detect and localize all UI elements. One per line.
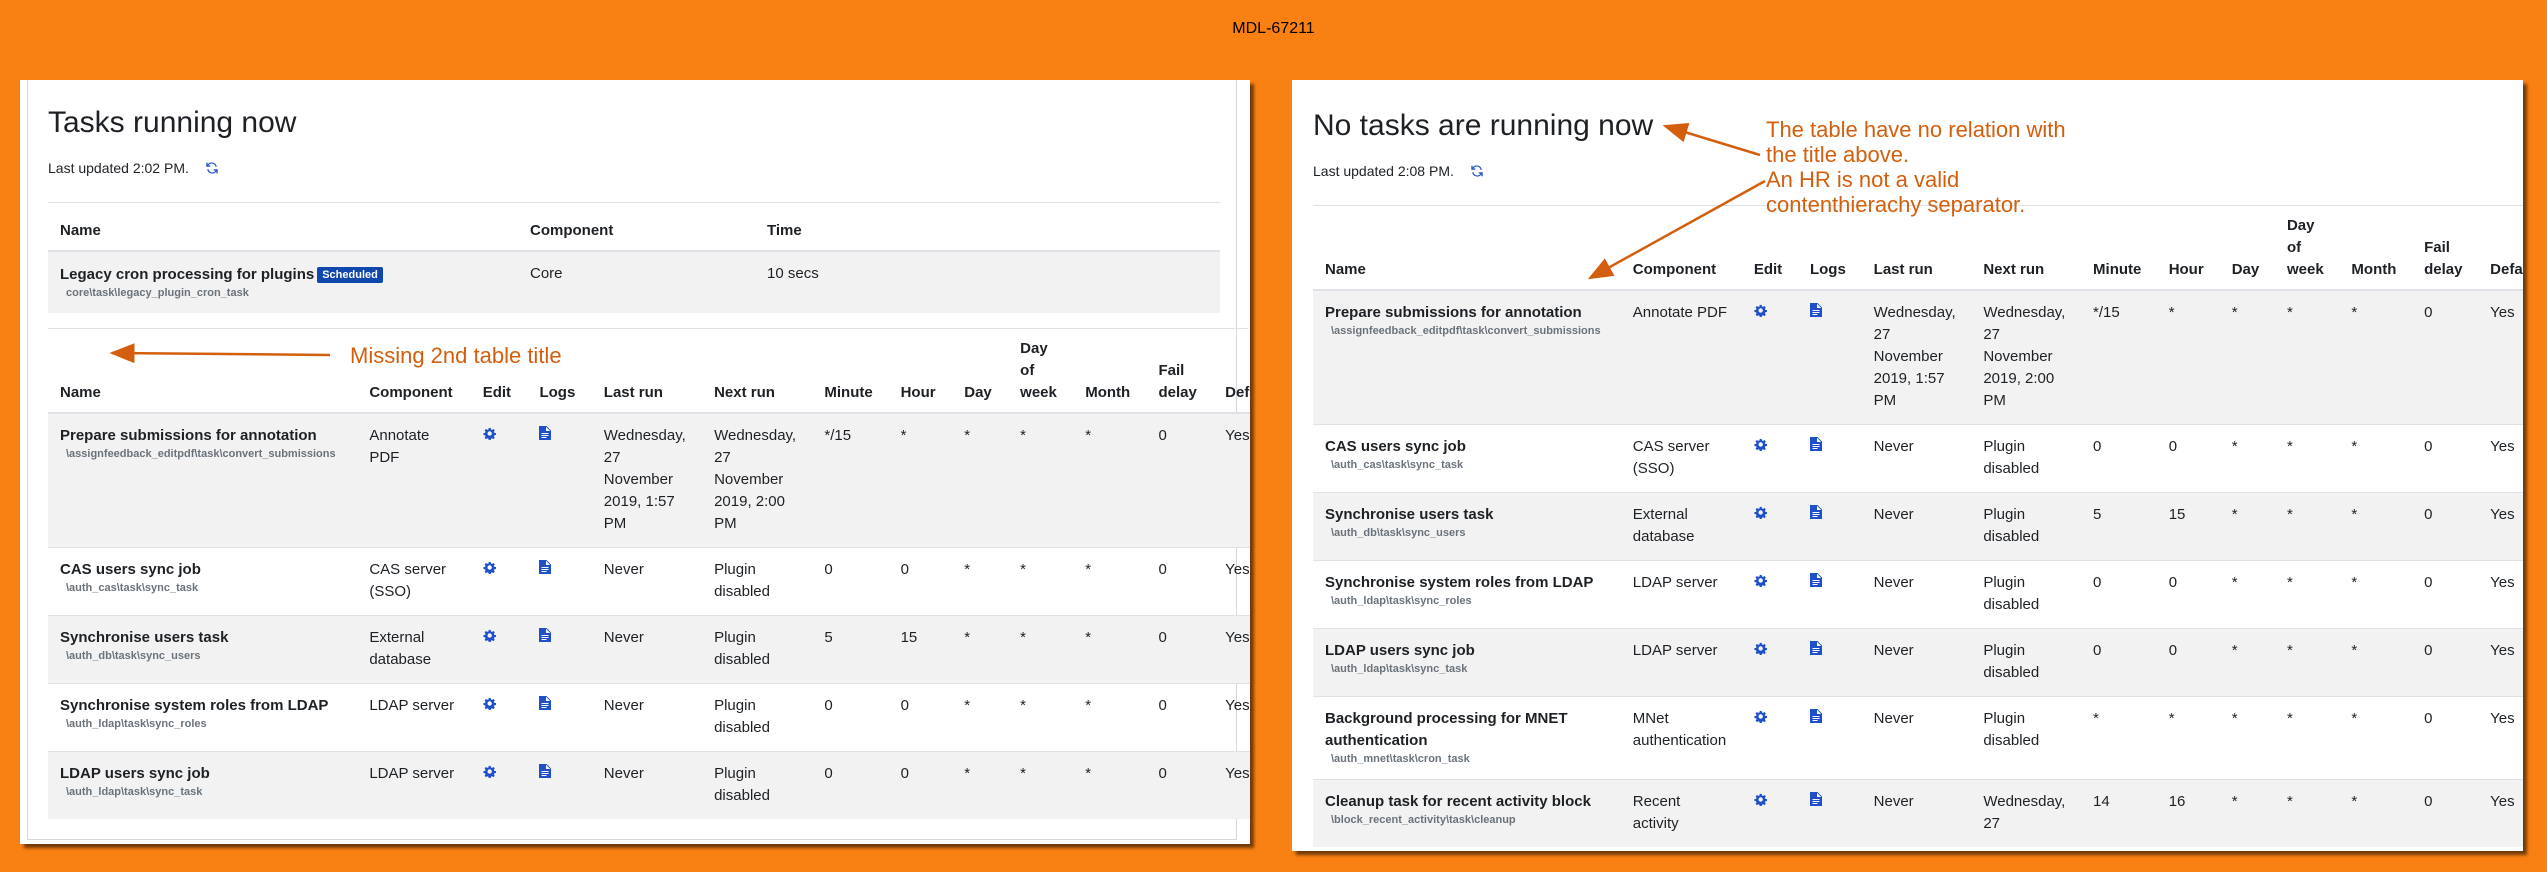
- arrow-to-missing-title: [109, 343, 331, 364]
- arrow-to-title: [1662, 123, 1761, 157]
- arrow-to-table: [1587, 179, 1766, 280]
- annotation-arrows: [109, 123, 1766, 364]
